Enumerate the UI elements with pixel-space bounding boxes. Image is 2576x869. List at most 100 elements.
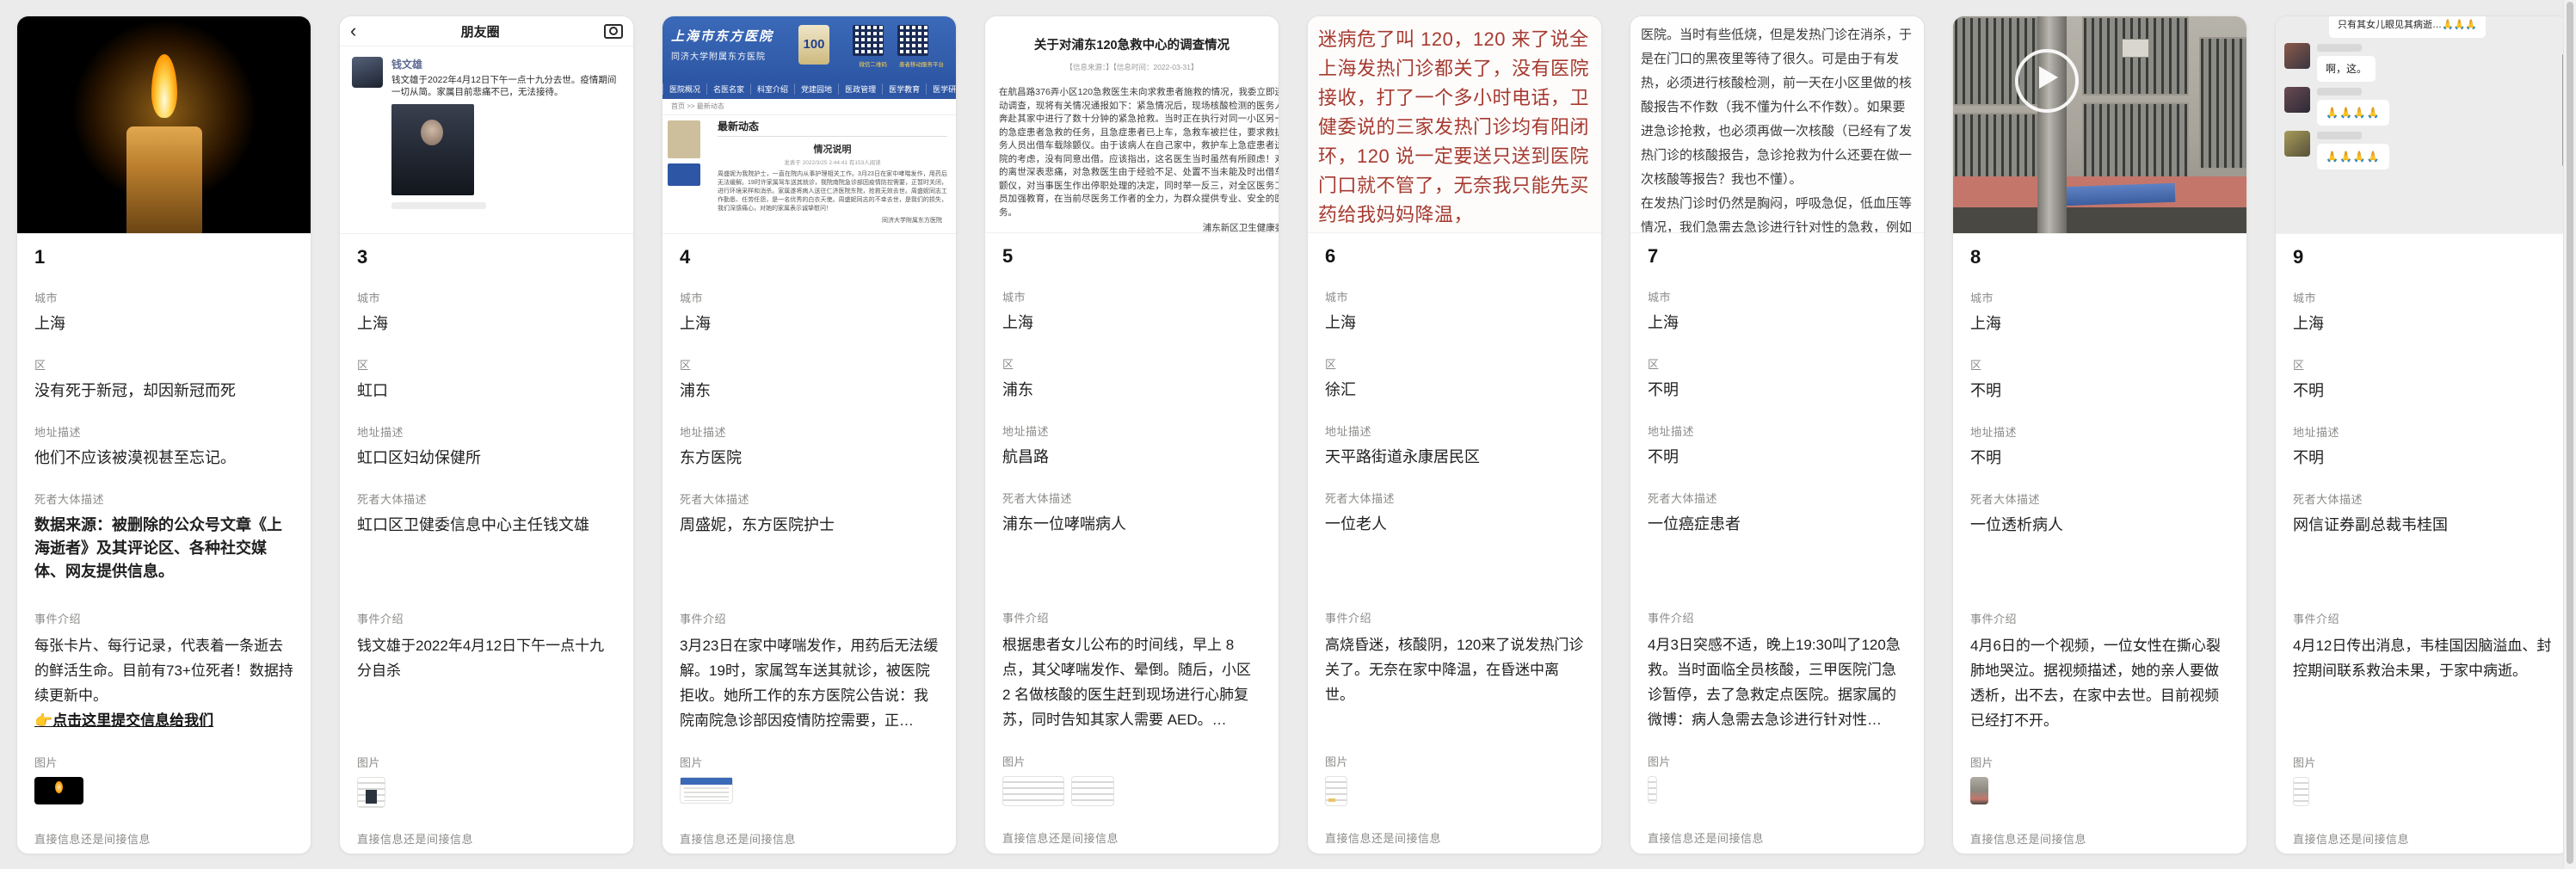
field-value-deceased: 浦东一位哮喘病人 — [1002, 513, 1261, 589]
image-thumbnail[interactable] — [1002, 776, 1064, 806]
field-label-address: 地址描述 — [1970, 423, 2229, 440]
field-value-district: 浦东 — [1002, 379, 1261, 402]
cover-red-text-screenshot: 迷病危了叫 120，120 来了说全上海发热门诊都关了，没有医院接收，打了一个多… — [1308, 16, 1601, 233]
record-card-6[interactable]: 迷病危了叫 120，120 来了说全上海发热门诊都关了，没有医院接收，打了一个多… — [1307, 15, 1602, 854]
nav-item[interactable]: 科室介绍 — [750, 83, 794, 95]
avatar — [2284, 87, 2310, 113]
image-thumbnail[interactable] — [1970, 777, 1988, 804]
qr-label: 微信二维码 — [860, 59, 888, 68]
cover-investigation-document: 关于对浦东120急救中心的调查情况 【信息来源：】【信息时间：2022-03-3… — [985, 16, 1279, 233]
card-content: 5 城市 上海 区 浦东 地址描述 航昌路 死者大体描述 浦东一位哮喘病人 事件… — [985, 245, 1279, 854]
field-label-city: 城市 — [1970, 289, 2229, 305]
chat-bubble: 🙏🙏🙏🙏 — [2317, 144, 2389, 169]
field-label-direct: 直接信息还是间接信息 — [1648, 829, 1907, 846]
field-label-direct: 直接信息还是间接信息 — [357, 830, 616, 847]
field-label-city: 城市 — [34, 289, 293, 305]
field-label-image: 图片 — [680, 754, 939, 770]
image-attachments — [1002, 776, 1261, 809]
card-number: 9 — [2293, 246, 2552, 268]
cover-weibo-text-screenshot: 医院。当时有些低烧，但是发热门诊在消杀，于是在门口的黑夜里等待了很久。可是由于有… — [1630, 16, 1924, 233]
record-card-4[interactable]: 上海市东方医院 同济大学附属东方医院 100 微信二维码 患者移动服务平台 医院… — [662, 15, 957, 854]
field-label-image: 图片 — [357, 754, 616, 770]
field-value-city: 上海 — [2293, 312, 2552, 336]
field-value-district: 浦东 — [680, 379, 939, 403]
field-value-deceased: 一位癌症患者 — [1648, 513, 1907, 589]
image-thumbnail[interactable] — [34, 777, 83, 804]
vertical-scrollbar[interactable] — [2563, 0, 2576, 869]
avatar — [352, 57, 383, 88]
image-thumbnail[interactable] — [357, 777, 385, 808]
field-label-image: 图片 — [1648, 753, 1907, 769]
image-attachments — [34, 777, 293, 810]
document-title: 关于对浦东120急救中心的调查情况 — [999, 35, 1265, 53]
field-value-deceased: 一位透析病人 — [1970, 514, 2229, 589]
nav-item[interactable]: 医政管理 — [838, 83, 882, 95]
image-thumbnail[interactable] — [2293, 777, 2309, 806]
field-value-event: 4月6日的一个视频，一位女性在撕心裂肺地哭泣。据视频描述，她的亲人要做透析，出不… — [1970, 633, 2229, 733]
record-card-5[interactable]: 关于对浦东120急救中心的调查情况 【信息来源：】【信息时间：2022-03-3… — [984, 15, 1279, 854]
image-thumbnail[interactable] — [1325, 776, 1347, 806]
field-label-address: 地址描述 — [1002, 422, 1261, 439]
screenshot-text: 迷病危了叫 120，120 来了说全上海发热门诊都关了，没有医院接收，打了一个多… — [1318, 25, 1591, 230]
back-icon[interactable]: ‹ — [350, 18, 356, 44]
cover-chat-screenshot: 只有其女儿眼见其病逝…🙏🙏🙏 啊，这。 🙏🙏🙏🙏 — [2276, 16, 2569, 234]
cover-video-still — [1953, 16, 2246, 234]
field-label-event: 事件介绍 — [357, 610, 616, 626]
field-label-event: 事件介绍 — [680, 610, 939, 626]
image-thumbnail[interactable] — [680, 777, 733, 804]
record-card-3[interactable]: ‹ 朋友圈 钱文雄 钱文雄于2022年4月12日下午一点十九分去世。疫情期间一切… — [339, 15, 634, 854]
card-content: 9 城市 上海 区 不明 地址描述 不明 死者大体描述 网信证券副总裁韦桂国 事… — [2276, 246, 2569, 854]
document-sign: 浦东新区卫生健康委员会 — [999, 221, 1279, 233]
field-label-address: 地址描述 — [1325, 422, 1584, 439]
hospital-name: 上海市东方医院 — [671, 27, 773, 45]
field-label-image: 图片 — [1002, 753, 1261, 769]
card-number: 5 — [1002, 245, 1261, 268]
field-label-deceased: 死者大体描述 — [357, 490, 616, 507]
submit-info-link[interactable]: 👉点击这里提交信息给我们 — [34, 708, 293, 733]
record-card-8[interactable]: 8 城市 上海 区 不明 地址描述 不明 死者大体描述 一位透析病人 事件介绍 … — [1952, 15, 2247, 854]
field-label-event: 事件介绍 — [1970, 610, 2229, 626]
blurred-username — [2317, 44, 2362, 52]
image-attachments — [1648, 776, 1907, 809]
anniversary-logo: 100 — [798, 25, 829, 65]
card-content: 7 城市 上海 区 不明 地址描述 不明 死者大体描述 一位癌症患者 事件介绍 … — [1630, 245, 1924, 854]
nav-item[interactable]: 医学研究 — [926, 83, 956, 95]
record-card-1[interactable]: 1 城市 上海 区 没有死于新冠，却因新冠而死 地址描述 他们不应该被漠视甚至忘… — [16, 15, 311, 854]
image-thumbnail[interactable] — [1648, 776, 1657, 804]
record-card-9[interactable]: 只有其女儿眼见其病逝…🙏🙏🙏 啊，这。 🙏🙏🙏🙏 — [2275, 15, 2570, 854]
image-thumbnail[interactable] — [1071, 776, 1114, 806]
camera-icon[interactable] — [604, 24, 623, 39]
nav-item[interactable]: 医学教育 — [882, 83, 926, 95]
field-label-district: 区 — [1325, 355, 1584, 372]
field-label-image: 图片 — [2293, 754, 2552, 770]
nav-item[interactable]: 党建园地 — [794, 83, 838, 95]
field-label-city: 城市 — [1002, 288, 1261, 305]
field-value-event: 每张卡片、每行记录，代表着一条逝去的鲜活生命。目前有73+位死者！数据持续更新中… — [34, 633, 293, 733]
play-icon[interactable] — [2015, 49, 2079, 113]
field-label-city: 城市 — [1648, 288, 1907, 305]
field-value-event: 4月3日突感不适，晚上19:30叫了120急救。当时面临全员核酸，三甲医院门急诊… — [1648, 632, 1907, 732]
field-label-event: 事件介绍 — [1002, 609, 1261, 626]
chat-message: 啊，这。 — [2276, 38, 2569, 82]
field-label-image: 图片 — [34, 754, 293, 770]
field-value-address: 不明 — [1648, 446, 1907, 469]
card-number: 3 — [357, 246, 616, 268]
field-value-deceased: 数据来源：被删除的公众号文章《上海逝者》及其评论区、各种社交媒体、网友提供信息。 — [34, 514, 293, 589]
field-value-city: 上海 — [1325, 311, 1584, 335]
card-number: 6 — [1325, 245, 1584, 268]
field-value-city: 上海 — [680, 312, 939, 336]
field-label-event: 事件介绍 — [1648, 609, 1907, 626]
record-card-7[interactable]: 医院。当时有些低烧，但是发热门诊在消杀，于是在门口的黑夜里等待了很久。可是由于有… — [1630, 15, 1925, 854]
nav-item[interactable]: 名医名家 — [706, 83, 750, 95]
field-label-address: 地址描述 — [1648, 422, 1907, 439]
avatar — [2284, 43, 2310, 69]
nav-item[interactable]: 医院概况 — [662, 83, 706, 95]
moments-post: 钱文雄 钱文雄于2022年4月12日下午一点十九分去世。疫情期间一切从简。家属目… — [340, 46, 633, 209]
site-banner: 上海市东方医院 同济大学附属东方医院 100 微信二维码 患者移动服务平台 — [662, 16, 956, 78]
field-label-deceased: 死者大体描述 — [1002, 490, 1261, 506]
chat-message: 只有其女儿眼见其病逝…🙏🙏🙏 — [2329, 16, 2569, 38]
card-number: 7 — [1648, 245, 1907, 268]
scrollbar-thumb[interactable] — [2567, 2, 2573, 864]
field-value-deceased: 网信证券副总裁韦桂国 — [2293, 514, 2552, 589]
field-value-event: 4月12日传出消息，韦桂国因脑溢血、封控期间联系救治未果，于家中病逝。 — [2293, 633, 2552, 733]
